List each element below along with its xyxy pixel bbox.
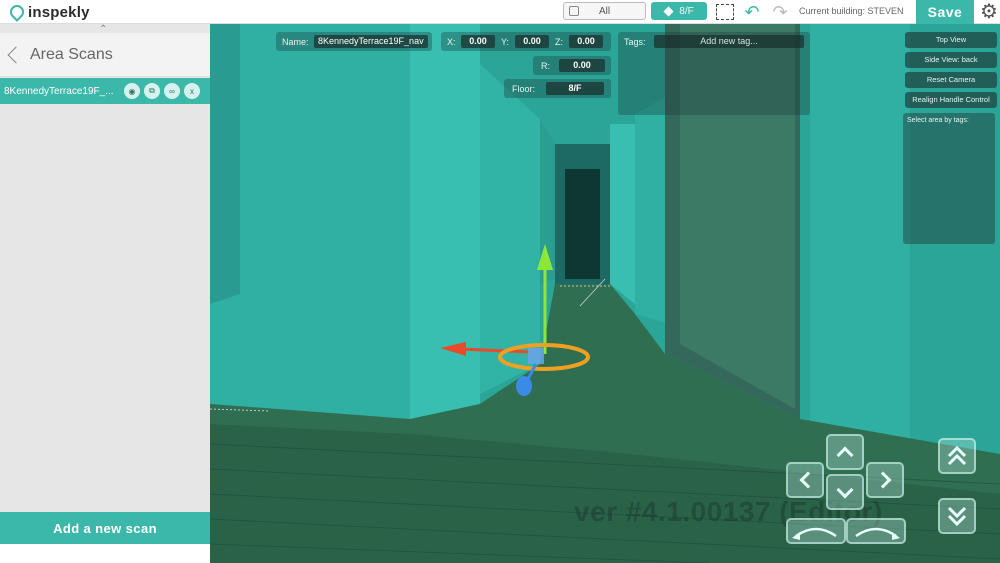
y-input[interactable]: 0.00	[515, 35, 549, 48]
elevate-up-button[interactable]	[938, 438, 976, 474]
name-input[interactable]: 8KennedyTerrace19F_nav	[314, 35, 428, 48]
floor-toggle-label: 8/F	[679, 5, 694, 17]
tags-panel: Tags: Add new tag...	[618, 32, 810, 115]
r-label: R:	[541, 61, 550, 71]
rotation-panel: R: 0.00	[533, 56, 611, 75]
floor-panel: Floor: 8/F	[504, 79, 611, 98]
scan-list-item[interactable]: 8KennedyTerrace19F_... ◉ ⧉ ∞ x	[0, 78, 210, 104]
link-icon[interactable]: ∞	[164, 83, 180, 99]
tag-select-panel[interactable]: Select area by tags:	[903, 113, 995, 244]
chevron-left-icon	[799, 471, 816, 489]
close-icon[interactable]: x	[184, 83, 200, 99]
panel-title: Area Scans	[30, 45, 113, 63]
tag-select-label: Select area by tags:	[907, 117, 969, 124]
3d-viewport[interactable]: Name: 8KennedyTerrace19F_nav X: 0.00 Y: …	[210, 24, 1000, 563]
rotate-left-button[interactable]	[786, 518, 846, 544]
x-input[interactable]: 0.00	[461, 35, 495, 48]
save-button[interactable]: Save	[916, 0, 974, 24]
logo-icon	[7, 2, 27, 22]
gear-icon[interactable]: ⚙	[978, 1, 1000, 23]
undo-icon[interactable]: ↶	[742, 2, 762, 22]
rotate-right-icon	[855, 527, 900, 540]
elevate-down-button[interactable]	[938, 498, 976, 534]
scan-filter-icon	[569, 6, 579, 16]
floor-toggle-button[interactable]: 8/F	[651, 2, 707, 20]
add-scan-button[interactable]: Add a new scan	[0, 512, 210, 544]
current-building: Current building: STEVEN	[799, 6, 904, 16]
rotate-left-icon	[792, 527, 837, 540]
x-label: X:	[447, 37, 456, 47]
chevron-down-icon	[836, 481, 854, 498]
move-right-button[interactable]	[866, 462, 904, 498]
move-up-button[interactable]	[826, 434, 864, 470]
name-panel: Name: 8KennedyTerrace19F_nav	[276, 32, 432, 51]
chevron-up-icon	[836, 446, 854, 463]
eye-icon[interactable]: ◉	[124, 83, 140, 99]
panel-footer	[0, 544, 210, 563]
redo-icon[interactable]: ↷	[770, 2, 790, 22]
r-input[interactable]: 0.00	[559, 59, 605, 72]
panel-header: Area Scans	[0, 33, 210, 77]
floor-label: Floor:	[512, 84, 536, 94]
copy-icon[interactable]: ⧉	[144, 83, 160, 99]
logo: inspekly	[7, 2, 90, 22]
y-label: Y:	[501, 37, 510, 47]
top-view-button[interactable]: Top View	[905, 32, 997, 48]
top-bar: inspekly All 8/F ↶ ↷ Current building: S…	[0, 0, 1000, 24]
tags-label: Tags:	[624, 37, 646, 47]
double-chevron-up-icon	[947, 445, 967, 466]
realign-handle-button[interactable]: Realign Handle Control	[905, 92, 997, 108]
area-select-icon[interactable]	[716, 4, 734, 20]
coords-panel: X: 0.00 Y: 0.00 Z: 0.00	[441, 32, 611, 51]
side-view-button[interactable]: Side View: back	[905, 52, 997, 68]
area-scans-panel: ⌃ Area Scans 8KennedyTerrace19F_... ◉ ⧉ …	[0, 24, 210, 563]
logo-text: inspekly	[28, 3, 90, 21]
filter-all-button[interactable]: All	[563, 2, 646, 20]
move-left-button[interactable]	[786, 462, 824, 498]
z-label: Z:	[555, 37, 563, 47]
name-label: Name:	[282, 37, 309, 47]
chevron-left-icon[interactable]	[7, 46, 25, 63]
scan-name: 8KennedyTerrace19F_...	[4, 85, 114, 97]
rotate-right-button[interactable]	[846, 518, 906, 544]
z-input[interactable]: 0.00	[569, 35, 603, 48]
move-down-button[interactable]	[826, 474, 864, 510]
floor-select[interactable]: 8/F	[546, 82, 604, 95]
chevron-right-icon	[874, 471, 891, 489]
reset-camera-button[interactable]: Reset Camera	[905, 72, 997, 88]
tag-input[interactable]: Add new tag...	[654, 35, 804, 48]
double-chevron-down-icon	[947, 506, 967, 527]
app-root: inspekly All 8/F ↶ ↷ Current building: S…	[0, 0, 1000, 563]
filter-all-label: All	[598, 5, 611, 17]
layers-icon	[663, 5, 674, 17]
